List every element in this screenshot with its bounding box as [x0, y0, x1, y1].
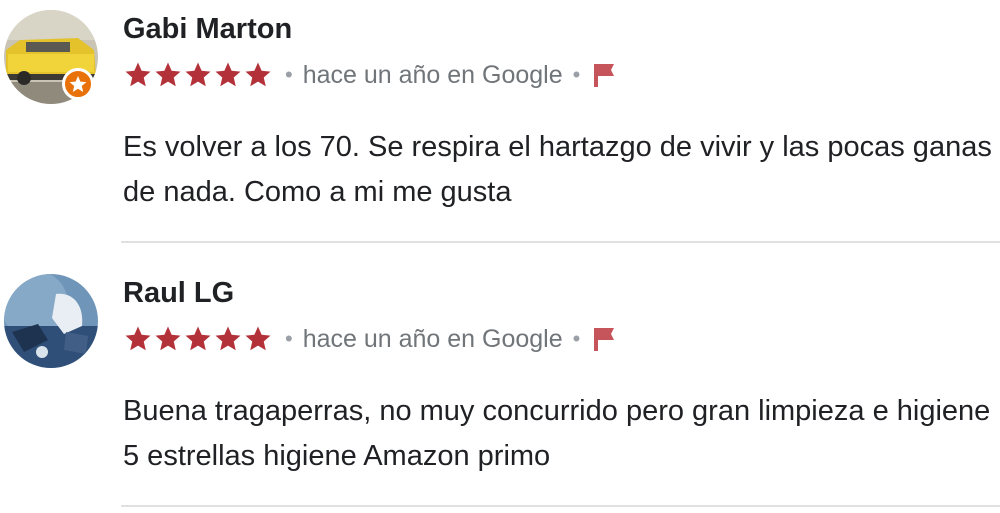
separator-dot: • — [572, 62, 581, 87]
review-card: Gabi Marton • hace un año en Google • Es… — [0, 0, 1000, 243]
review-meta: • hace un año en Google • — [123, 322, 618, 356]
review-meta: • hace un año en Google • — [123, 58, 618, 92]
avatar[interactable] — [4, 274, 98, 368]
review-card: Raul LG • hace un año en Google • Buena … — [0, 264, 1000, 507]
reviewer-name[interactable]: Raul LG — [123, 276, 234, 310]
star-icon — [153, 324, 183, 354]
star-icon — [183, 324, 213, 354]
divider — [121, 241, 1000, 243]
star-icon — [123, 60, 153, 90]
review-text: Buena tragaperras, no muy concurrido per… — [123, 395, 991, 472]
review-time: hace un año en Google — [302, 61, 563, 89]
star-icon — [213, 324, 243, 354]
separator-dot: • — [285, 62, 293, 87]
star-icon — [243, 60, 273, 90]
star-icon — [183, 60, 213, 90]
star-rating — [123, 324, 273, 354]
star-rating — [123, 60, 273, 90]
local-guide-badge-icon — [62, 68, 94, 100]
star-icon — [213, 60, 243, 90]
reviewer-name[interactable]: Gabi Marton — [123, 12, 292, 46]
star-icon — [123, 324, 153, 354]
flag-icon[interactable] — [592, 325, 618, 353]
separator-dot: • — [572, 326, 581, 351]
review-text: Es volver a los 70. Se respira el hartaz… — [123, 131, 992, 208]
star-icon — [243, 324, 273, 354]
review-time: hace un año en Google — [302, 325, 563, 353]
separator-dot: • — [285, 326, 293, 351]
star-icon — [153, 60, 183, 90]
flag-icon[interactable] — [592, 61, 618, 89]
divider — [121, 505, 1000, 507]
